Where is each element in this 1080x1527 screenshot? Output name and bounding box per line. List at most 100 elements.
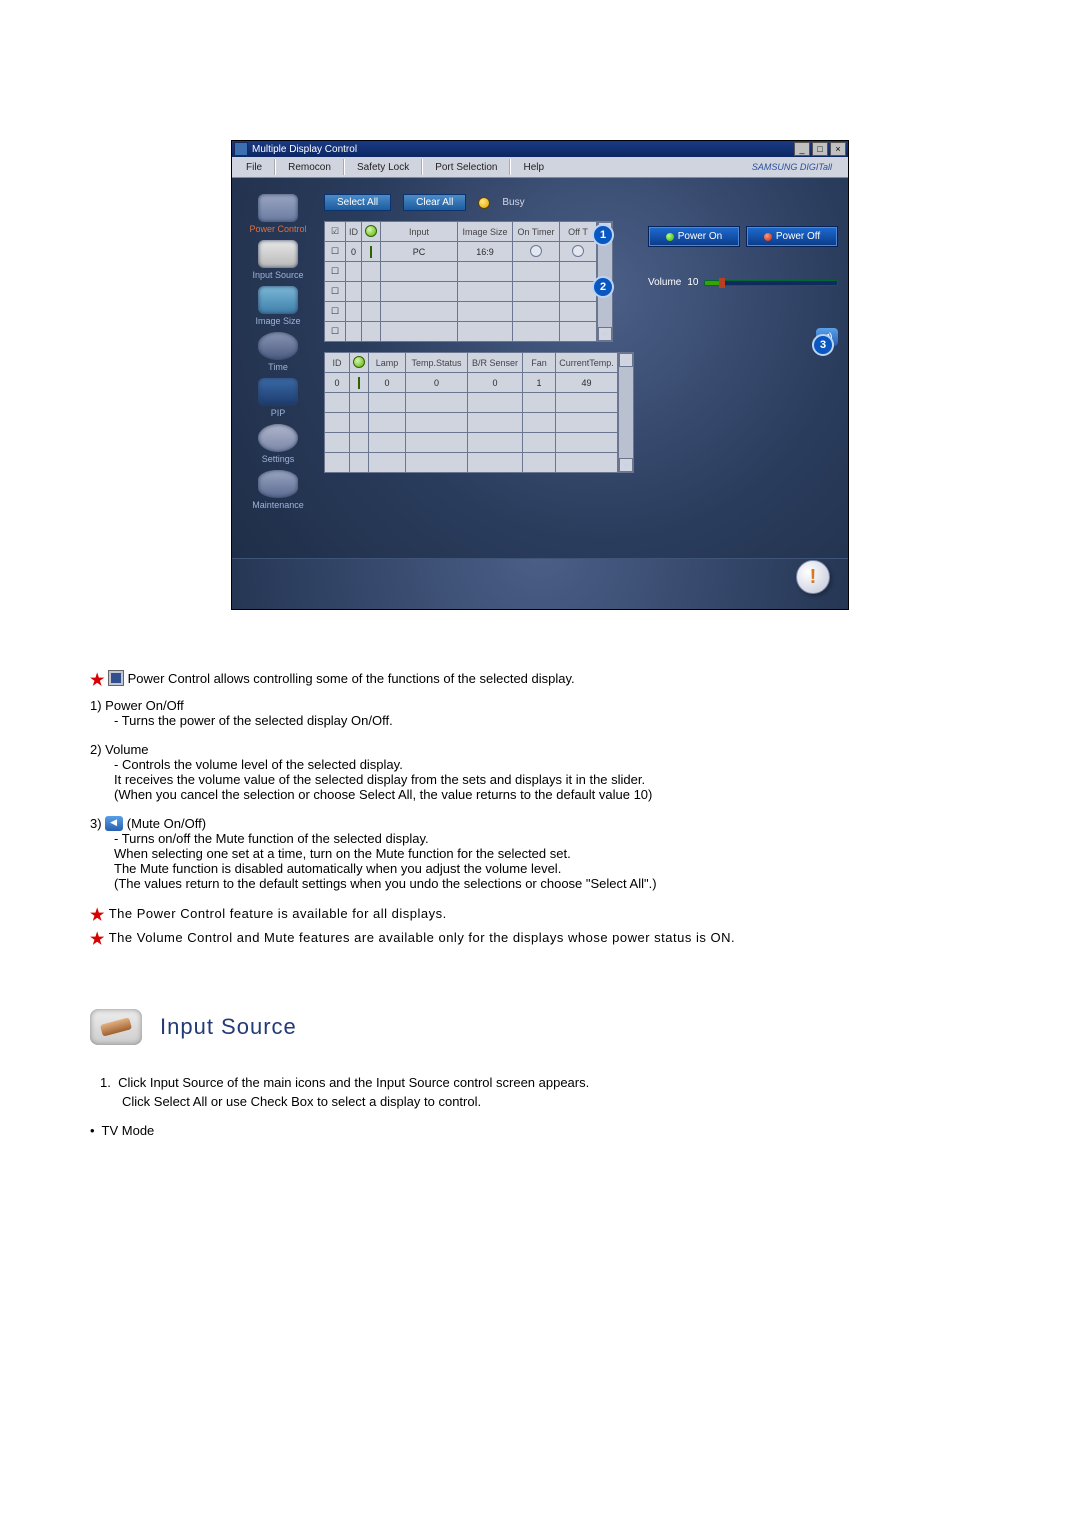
table-row[interactable] [325, 453, 618, 473]
app-icon [234, 142, 248, 156]
item-1: 1) Power On/Off Turns the power of the s… [90, 698, 990, 728]
table-row[interactable]: ☐ [325, 262, 597, 282]
table-row[interactable] [325, 413, 618, 433]
s2-bullet-text: TV Mode [102, 1123, 155, 1138]
section-title: Input Source [160, 1014, 297, 1040]
sidebar-label: Input Source [244, 270, 312, 280]
row-checkbox[interactable]: ☐ [325, 242, 346, 262]
item-2: 2) Volume Controls the volume level of t… [90, 742, 990, 802]
sidebar-item-image-size[interactable]: Image Size [244, 286, 312, 326]
cell-ontimer [513, 242, 560, 262]
menu-help[interactable]: Help [513, 160, 554, 175]
scroll-up-icon[interactable]: ▲ [619, 353, 633, 367]
col-current-temp: CurrentTemp. [556, 353, 618, 373]
cell-status [350, 373, 369, 393]
item3-d: (The values return to the default settin… [114, 876, 990, 891]
item3-a: Turns on/off the Mute function of the se… [114, 831, 990, 846]
star-icon: ★ [90, 931, 105, 948]
callout-2: 2 [592, 276, 614, 298]
sidebar-label: Time [244, 362, 312, 372]
s2-bullet: • TV Mode [90, 1123, 990, 1138]
col-id: ID [346, 222, 362, 242]
star-icon: ★ [90, 907, 105, 924]
status-strip: ! [232, 558, 848, 609]
item2-c: (When you cancel the selection or choose… [114, 787, 990, 802]
mute-small-icon [105, 816, 123, 831]
sidebar-item-input-source[interactable]: Input Source [244, 240, 312, 280]
settings-icon [258, 424, 298, 452]
section-input-source: Input Source [90, 1009, 990, 1045]
volume-slider[interactable] [704, 280, 838, 286]
menu-remocon[interactable]: Remocon [278, 160, 341, 175]
pip-icon [258, 378, 298, 406]
power-on-label: Power On [678, 231, 722, 242]
power-control-icon [258, 194, 298, 222]
titlebar: Multiple Display Control _ □ × [232, 141, 848, 157]
table-row[interactable]: 0 0 0 0 1 49 [325, 373, 618, 393]
cell-curtemp: 49 [556, 373, 618, 393]
menu-port-selection[interactable]: Port Selection [425, 160, 507, 175]
note1-text: The Power Control feature is available f… [109, 906, 447, 921]
item2-title: Volume [105, 742, 148, 757]
led-on-icon [666, 233, 674, 241]
s2-1b: Click Select All or use Check Box to sel… [122, 1094, 990, 1109]
brand-label: SAMSUNG DIGITall [742, 160, 842, 174]
sidebar-label: Settings [244, 454, 312, 464]
table2-scrollbar[interactable]: ▲ ▼ [618, 352, 634, 473]
item2-a: Controls the volume level of the selecte… [114, 757, 990, 772]
busy-indicator-icon [478, 197, 490, 209]
col-status [350, 353, 369, 373]
callout-3: 3 [812, 334, 834, 356]
minimize-button[interactable]: _ [794, 142, 810, 156]
scroll-down-icon[interactable]: ▼ [598, 327, 612, 341]
sidebar-item-power-control[interactable]: Power Control [244, 194, 312, 234]
select-all-button[interactable]: Select All [324, 194, 391, 211]
callout-1: 1 [592, 224, 614, 246]
power-on-button[interactable]: Power On [648, 226, 740, 247]
table-row[interactable] [325, 433, 618, 453]
table-row[interactable]: ☐ [325, 282, 597, 302]
col-br-sensor: B/R Senser [468, 353, 523, 373]
item1-title: Power On/Off [105, 698, 184, 713]
item3-b: When selecting one set at a time, turn o… [114, 846, 990, 861]
cell-size: 16:9 [458, 242, 513, 262]
menu-safety-lock[interactable]: Safety Lock [347, 160, 419, 175]
table-row[interactable]: ☐ 0 PC 16:9 [325, 242, 597, 262]
volume-value: 10 [687, 277, 698, 288]
col-lamp: Lamp [369, 353, 406, 373]
star-icon: ★ [90, 672, 104, 689]
note-2: ★ The Volume Control and Mute features a… [90, 929, 990, 949]
col-off-timer: Off T [560, 222, 597, 242]
input-source-icon [258, 240, 298, 268]
close-button[interactable]: × [830, 142, 846, 156]
scroll-down-icon[interactable]: ▼ [619, 458, 633, 472]
maximize-button[interactable]: □ [812, 142, 828, 156]
cell-offtimer [560, 242, 597, 262]
document-body: ★ Power Control allows controlling some … [90, 670, 990, 1138]
s2-1a: Click Input Source of the main icons and… [118, 1075, 589, 1090]
item-3: 3) (Mute On/Off) Turns on/off the Mute f… [90, 816, 990, 891]
sidebar-item-settings[interactable]: Settings [244, 424, 312, 464]
col-on-timer: On Timer [513, 222, 560, 242]
col-fan: Fan [523, 353, 556, 373]
volume-handle[interactable] [719, 278, 725, 288]
table-row[interactable] [325, 393, 618, 413]
table-row[interactable]: ☐ [325, 302, 597, 322]
col-temp-status: Temp.Status [406, 353, 468, 373]
cell-status [362, 242, 381, 262]
sidebar-item-time[interactable]: Time [244, 332, 312, 372]
info-icon[interactable]: ! [796, 560, 830, 594]
sidebar-item-maintenance[interactable]: Maintenance [244, 470, 312, 510]
image-size-icon [258, 286, 298, 314]
table-row[interactable]: ☐ [325, 322, 597, 342]
volume-label: Volume [648, 277, 681, 288]
power-off-button[interactable]: Power Off [746, 226, 838, 247]
clear-all-button[interactable]: Clear All [403, 194, 466, 211]
input-source-section-icon [90, 1009, 142, 1045]
item2-b: It receives the volume value of the sele… [114, 772, 990, 787]
sidebar-item-pip[interactable]: PIP [244, 378, 312, 418]
note-1: ★ The Power Control feature is available… [90, 905, 990, 925]
col-id: ID [325, 353, 350, 373]
menu-file[interactable]: File [236, 160, 272, 175]
menubar: File Remocon Safety Lock Port Selection … [232, 157, 848, 178]
